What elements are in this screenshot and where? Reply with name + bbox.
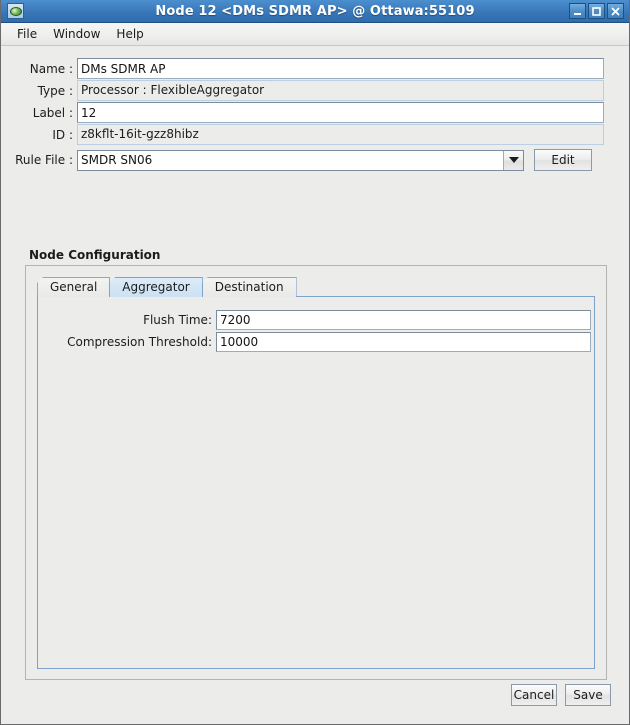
menu-bar: File Window Help: [1, 23, 629, 46]
window-content: Name : Type : Processor : FlexibleAggreg…: [1, 46, 629, 724]
dialog-footer: Cancel Save: [511, 684, 611, 706]
node-properties-form: Name : Type : Processor : FlexibleAggreg…: [1, 58, 629, 173]
form-row-name: Name :: [1, 58, 629, 79]
rule-file-input[interactable]: [78, 150, 503, 170]
cancel-button[interactable]: Cancel: [511, 684, 557, 706]
window-title: Node 12 <DMs SDMR AP> @ Ottawa:55109: [155, 3, 475, 19]
node-configuration-frame: General Aggregator Destination Flush Tim…: [25, 265, 607, 680]
flush-time-input[interactable]: [216, 310, 591, 330]
menu-item-window[interactable]: Window: [45, 25, 108, 43]
form-row-id: ID : z8kflt-16it-gzz8hibz: [1, 124, 629, 145]
tab-panel-aggregator: Flush Time: Compression Threshold:: [37, 296, 595, 669]
close-icon[interactable]: [607, 3, 624, 19]
tab-aggregator[interactable]: Aggregator: [109, 277, 203, 297]
chevron-down-icon[interactable]: [503, 150, 523, 170]
row-compression-threshold: Compression Threshold:: [38, 332, 594, 352]
node-app-icon: [7, 3, 24, 19]
rule-file-label: Rule File :: [15, 153, 73, 167]
label-input[interactable]: [77, 102, 604, 123]
type-label: Type :: [37, 83, 73, 98]
label-label: Label :: [32, 105, 73, 120]
edit-button[interactable]: Edit: [534, 149, 592, 171]
window-controls: [569, 3, 626, 19]
id-label: ID :: [52, 127, 73, 142]
id-value: z8kflt-16it-gzz8hibz: [77, 124, 604, 145]
tab-strip: General Aggregator Destination: [37, 276, 297, 297]
save-button[interactable]: Save: [565, 684, 611, 706]
title-bar: Node 12 <DMs SDMR AP> @ Ottawa:55109: [1, 0, 629, 23]
form-row-type: Type : Processor : FlexibleAggregator: [1, 80, 629, 101]
flush-time-label: Flush Time:: [143, 313, 212, 327]
rule-file-combobox[interactable]: [77, 149, 524, 171]
form-row-label: Label :: [1, 102, 629, 123]
maximize-icon[interactable]: [588, 3, 605, 19]
application-window: Node 12 <DMs SDMR AP> @ Ottawa:55109 Fil…: [0, 0, 630, 725]
minimize-icon[interactable]: [569, 3, 586, 19]
name-label: Name :: [29, 61, 73, 76]
form-row-rule-file: Rule File : Edit: [1, 148, 629, 172]
menu-item-file[interactable]: File: [9, 25, 45, 43]
node-configuration-title: Node Configuration: [29, 248, 161, 262]
tab-destination[interactable]: Destination: [201, 277, 297, 297]
node-configuration-group: Node Configuration General Aggregator De…: [25, 248, 607, 680]
menu-item-help[interactable]: Help: [108, 25, 151, 43]
row-flush-time: Flush Time:: [38, 310, 594, 330]
compression-threshold-label: Compression Threshold:: [67, 335, 212, 349]
compression-threshold-input[interactable]: [216, 332, 591, 352]
name-input[interactable]: [77, 58, 604, 79]
type-value: Processor : FlexibleAggregator: [77, 80, 604, 101]
aggregator-form: Flush Time: Compression Threshold:: [38, 297, 594, 352]
tab-general[interactable]: General: [37, 277, 111, 297]
